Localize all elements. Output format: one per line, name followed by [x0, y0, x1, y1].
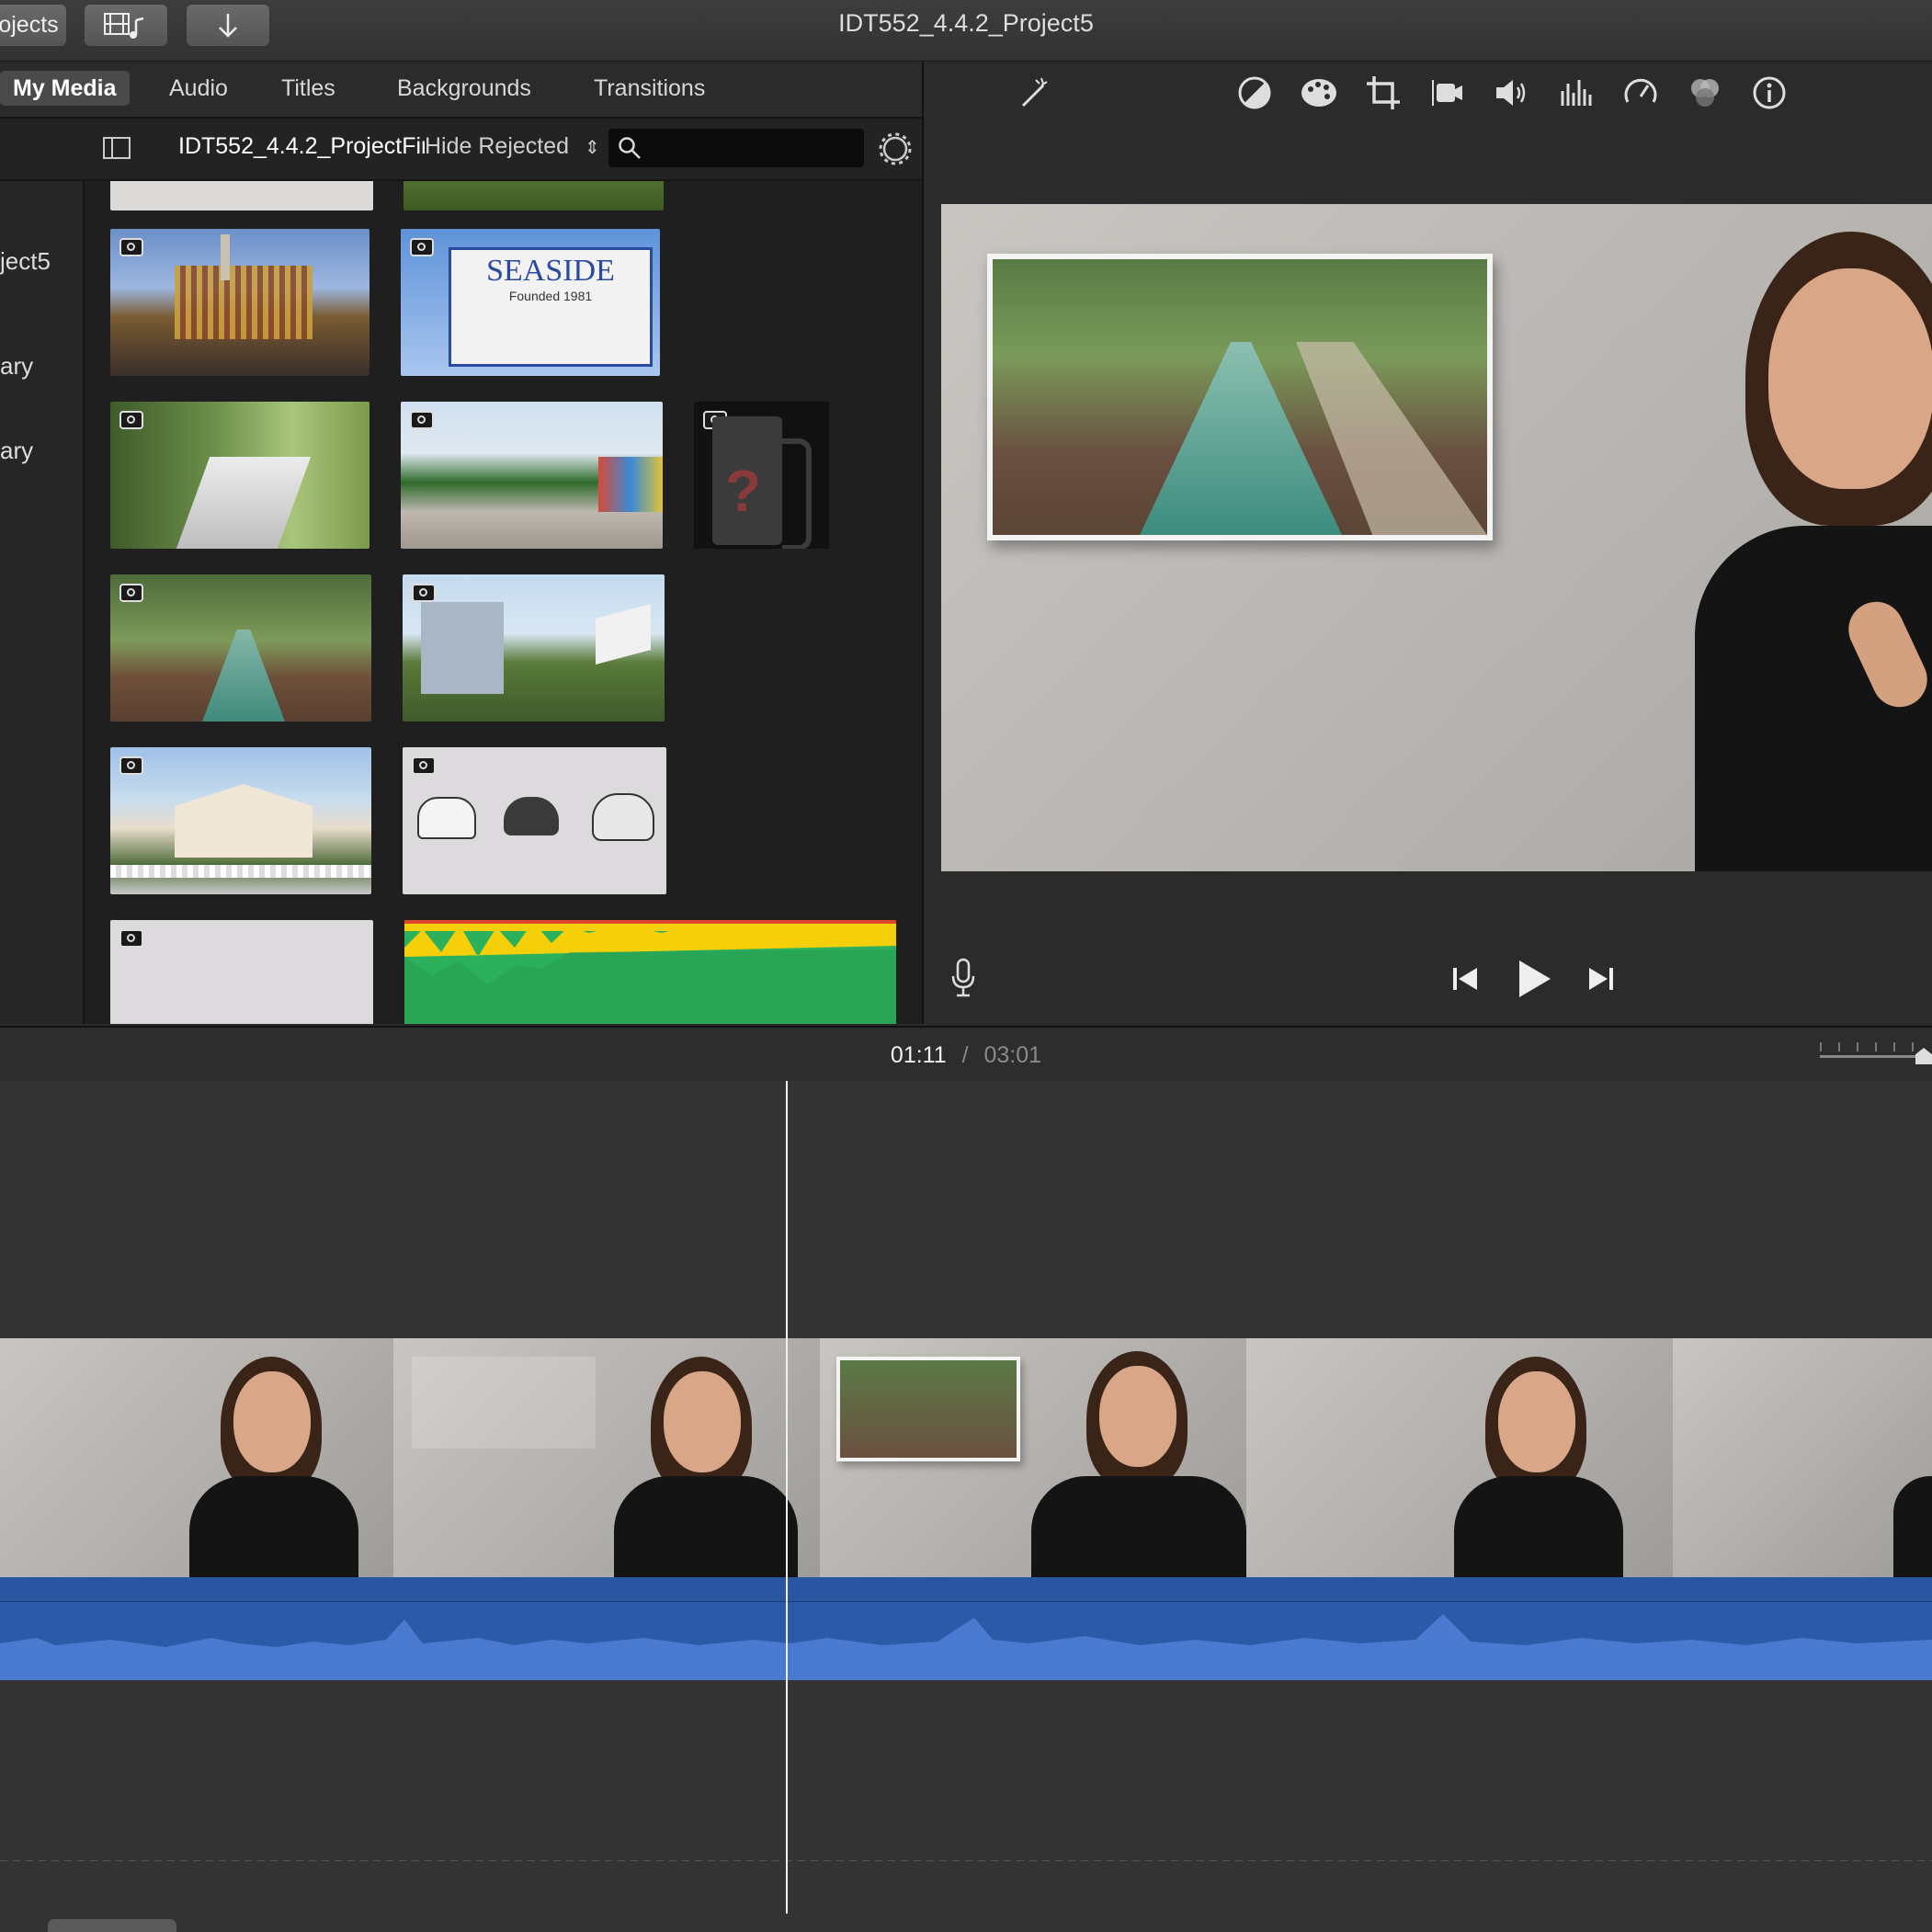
timecode-bar: 01:11 / 03:01	[0, 1026, 1932, 1083]
search-icon	[619, 137, 641, 159]
photo-icon	[119, 411, 143, 429]
crop-icon[interactable]	[1363, 73, 1404, 113]
photo-icon	[119, 238, 143, 256]
search-input[interactable]	[647, 134, 853, 164]
library-name: IDT552_4.4.2_ProjectFinal	[178, 133, 445, 159]
skip-forward-icon[interactable]	[1585, 965, 1615, 993]
timeline-waveform	[0, 1614, 1932, 1680]
sidebar-item-library-2[interactable]: ary	[0, 437, 33, 465]
timeline-frame-3[interactable]	[820, 1338, 1246, 1577]
photo-icon	[119, 584, 143, 602]
media-item-victorian-house[interactable]	[110, 747, 371, 894]
zoom-ticks	[1820, 1042, 1921, 1051]
tab-backgrounds[interactable]: Backgrounds	[384, 71, 544, 106]
speed-icon[interactable]	[1620, 73, 1661, 113]
media-browser: My Media Audio Titles Backgrounds Transi…	[0, 62, 924, 1024]
timeline-frame-4[interactable]	[1246, 1338, 1673, 1577]
media-item-water-channel[interactable]	[110, 574, 371, 722]
info-icon[interactable]	[1749, 73, 1790, 113]
media-grid: SEASIDE Founded 1981 ?	[85, 181, 922, 1024]
timeline[interactable]	[0, 1081, 1932, 1932]
clip-filter-icon[interactable]	[1685, 73, 1725, 113]
equalizer-icon[interactable]	[1556, 73, 1597, 113]
magic-wand-icon[interactable]	[1014, 73, 1054, 113]
time-separator: /	[961, 1042, 969, 1068]
library-bar: IDT552_4.4.2_ProjectFinal Hide Rejected …	[0, 119, 922, 181]
tab-titles[interactable]: Titles	[268, 71, 348, 106]
viewer-toolbar	[924, 62, 1932, 153]
timecode-display: 01:11 / 03:01	[0, 1042, 1932, 1069]
sidebar-item-library-1[interactable]: ary	[0, 352, 33, 381]
photo-icon	[119, 929, 143, 948]
playhead[interactable]	[786, 1081, 788, 1914]
timeline-frame-2[interactable]	[393, 1338, 820, 1577]
chevron-updown-icon: ⇕	[584, 138, 600, 158]
garden-image	[993, 259, 1487, 535]
zoom-slider[interactable]	[1820, 1055, 1921, 1058]
filter-select[interactable]: Hide Rejected ⇕	[425, 133, 600, 160]
libraries-sidebar: ject5 ary ary	[0, 119, 85, 1024]
partial-thumbnail-top-2[interactable]	[403, 181, 664, 210]
photo-icon	[412, 584, 436, 602]
search-field[interactable]	[608, 129, 864, 167]
total-time: 03:01	[983, 1042, 1042, 1068]
browser-tabs: My Media Audio Titles Backgrounds Transi…	[0, 62, 922, 119]
tab-transitions[interactable]: Transitions	[581, 71, 718, 106]
picture-in-picture-frame	[987, 254, 1493, 540]
photo-icon	[410, 411, 434, 429]
media-item-audio-clip[interactable]	[404, 920, 896, 1024]
stabilization-icon[interactable]	[1427, 73, 1468, 113]
audio-waveform	[404, 920, 896, 1024]
sidebar-item-project[interactable]: ject5	[0, 247, 51, 276]
microphone-icon[interactable]	[949, 958, 977, 998]
media-item-oil-rig[interactable]	[110, 229, 369, 376]
seaside-sign-text: SEASIDE	[486, 254, 615, 288]
presenter-figure	[1695, 232, 1932, 871]
tab-my-media[interactable]: My Media	[0, 71, 130, 106]
timeline-divider	[0, 1860, 1932, 1861]
timeline-frame-5[interactable]	[1673, 1338, 1932, 1577]
color-palette-icon[interactable]	[1299, 73, 1339, 113]
media-item-palm-trees[interactable]	[401, 402, 663, 549]
media-item-fuel-pump[interactable]: ?	[694, 402, 829, 549]
tab-audio[interactable]: Audio	[156, 71, 241, 106]
horizontal-scrollbar[interactable]	[48, 1919, 176, 1932]
seaside-sign-subtext: Founded 1981	[508, 289, 593, 303]
filter-label: Hide Rejected	[425, 133, 570, 159]
photo-icon	[119, 756, 143, 775]
gear-icon[interactable]	[878, 131, 913, 166]
play-icon[interactable]	[1516, 959, 1552, 999]
color-balance-icon[interactable]	[1234, 73, 1275, 113]
transport-controls	[924, 901, 1932, 1024]
sidebar-toggle-icon[interactable]	[103, 137, 131, 159]
current-time: 01:11	[890, 1042, 947, 1068]
skip-back-icon[interactable]	[1451, 965, 1481, 993]
video-viewer[interactable]	[941, 204, 1932, 871]
volume-icon[interactable]	[1492, 73, 1532, 113]
media-item-seaside-sign[interactable]: SEASIDE Founded 1981	[401, 229, 660, 376]
title-bar: ojects IDT552_4.4.2_Project5	[0, 0, 1932, 63]
timeline-frame-1[interactable]	[0, 1338, 393, 1577]
question-mark-icon: ?	[725, 458, 762, 524]
app-title: IDT552_4.4.2_Project5	[838, 9, 1094, 37]
media-item-electric-cars[interactable]	[403, 747, 666, 894]
media-item-coastal-houses[interactable]	[403, 574, 665, 722]
timeline-audio-track[interactable]	[0, 1577, 1932, 1680]
photo-icon	[410, 238, 434, 256]
partial-thumbnail-top-1[interactable]	[110, 181, 373, 210]
media-item-blank[interactable]	[110, 920, 373, 1024]
photo-icon	[412, 756, 436, 775]
media-item-white-fence-path[interactable]	[110, 402, 369, 549]
